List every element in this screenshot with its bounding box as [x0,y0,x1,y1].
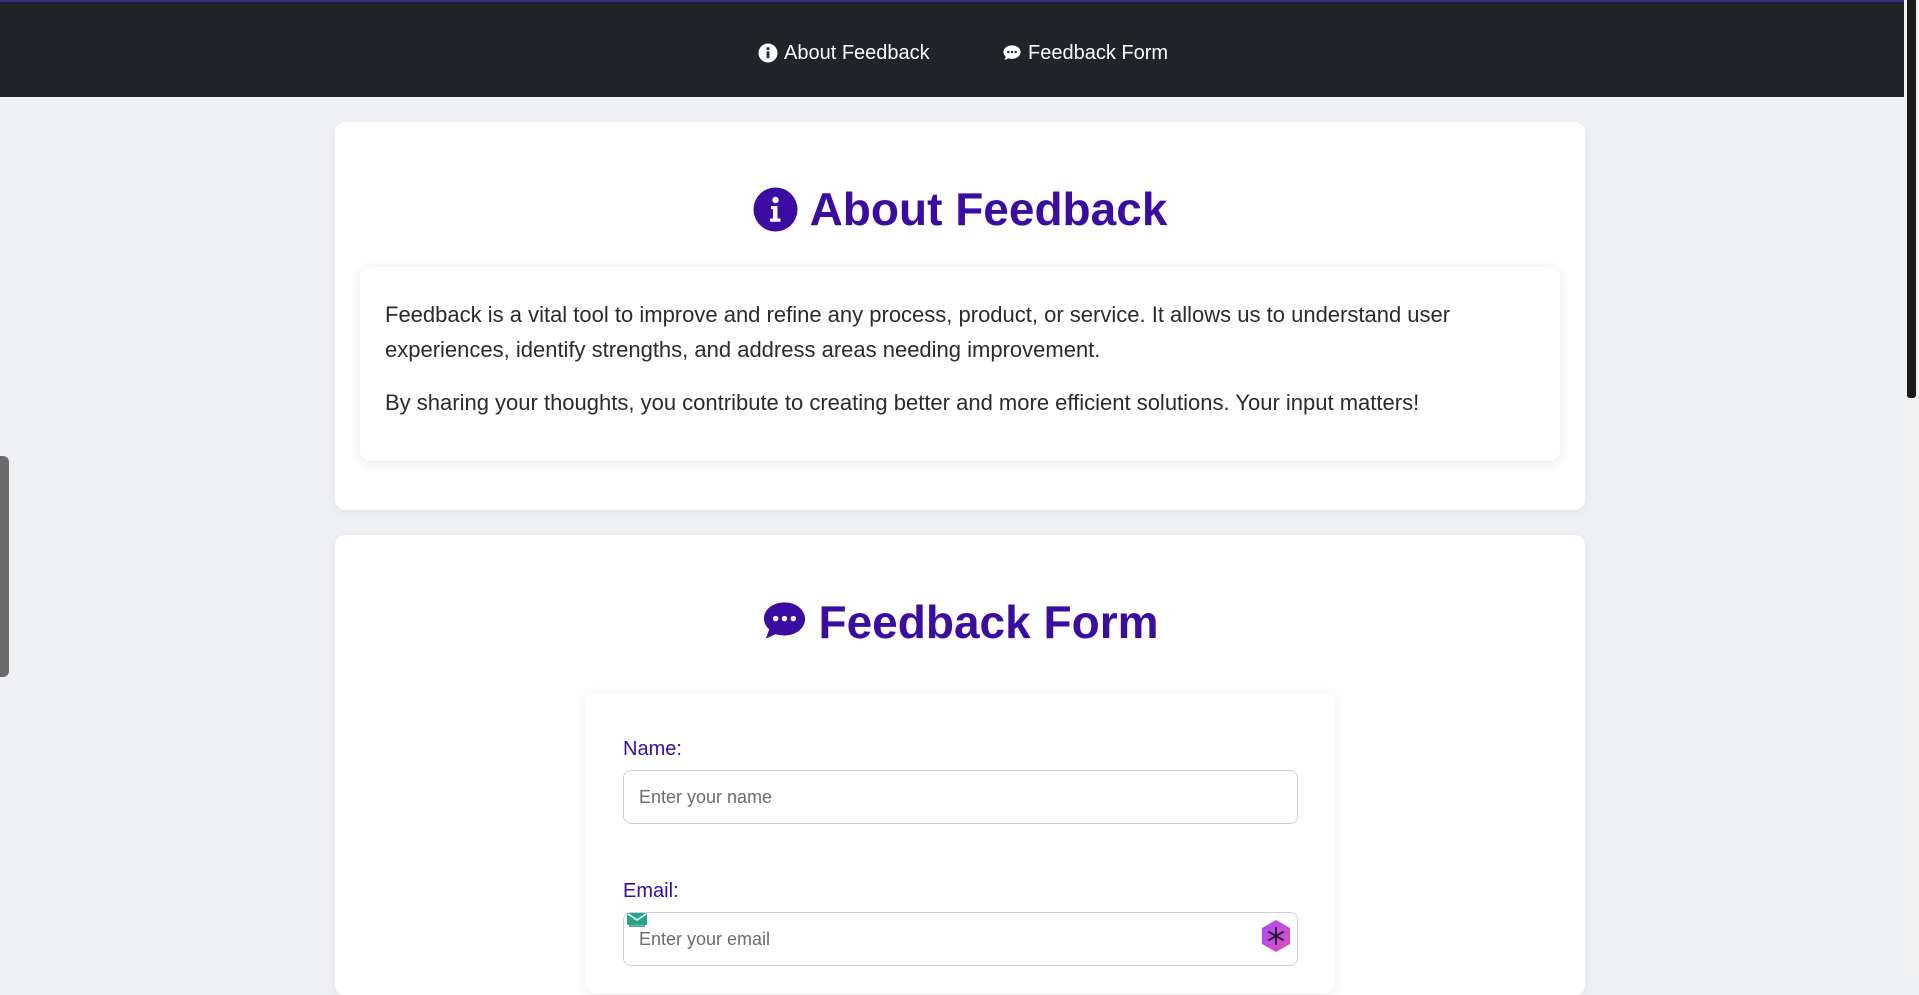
about-paragraph-2: By sharing your thoughts, you contribute… [385,390,1420,415]
feedback-form-section: Feedback Form Name: Email: [335,535,1585,995]
form-title-text: Feedback Form [818,596,1159,648]
comment-dots-icon [762,600,807,645]
email-badge-icon[interactable] [627,913,647,927]
info-circle-icon [753,187,798,232]
feedback-form: Name: Email: [585,693,1335,993]
about-title-text: About Feedback [809,183,1168,235]
hexagon-extension-icon[interactable] [1260,919,1292,953]
name-label: Name: [623,738,682,760]
page-scrollbar[interactable] [1904,0,1919,975]
name-input[interactable] [623,770,1298,824]
nav-link-about[interactable]: About Feedback [758,38,930,68]
about-section: About Feedback Feedback is a vital tool … [335,122,1585,510]
about-content-box: Feedback is a vital tool to improve and … [360,267,1560,461]
top-navbar: About Feedback Feedback Form [0,0,1919,97]
email-label: Email: [623,880,679,902]
email-input[interactable] [623,912,1298,966]
about-title: About Feedback [335,182,1585,236]
side-panel-handle[interactable] [0,456,9,677]
nav-link-form-label: Feedback Form [1028,41,1169,64]
comment-dots-icon [1002,43,1022,63]
nav-link-about-label: About Feedback [784,41,930,64]
page-scrollbar-thumb[interactable] [1907,0,1916,398]
about-paragraph-1: Feedback is a vital tool to improve and … [385,302,1451,362]
nav-link-form[interactable]: Feedback Form [1002,38,1168,68]
info-circle-icon [758,43,778,63]
form-title: Feedback Form [335,595,1585,649]
